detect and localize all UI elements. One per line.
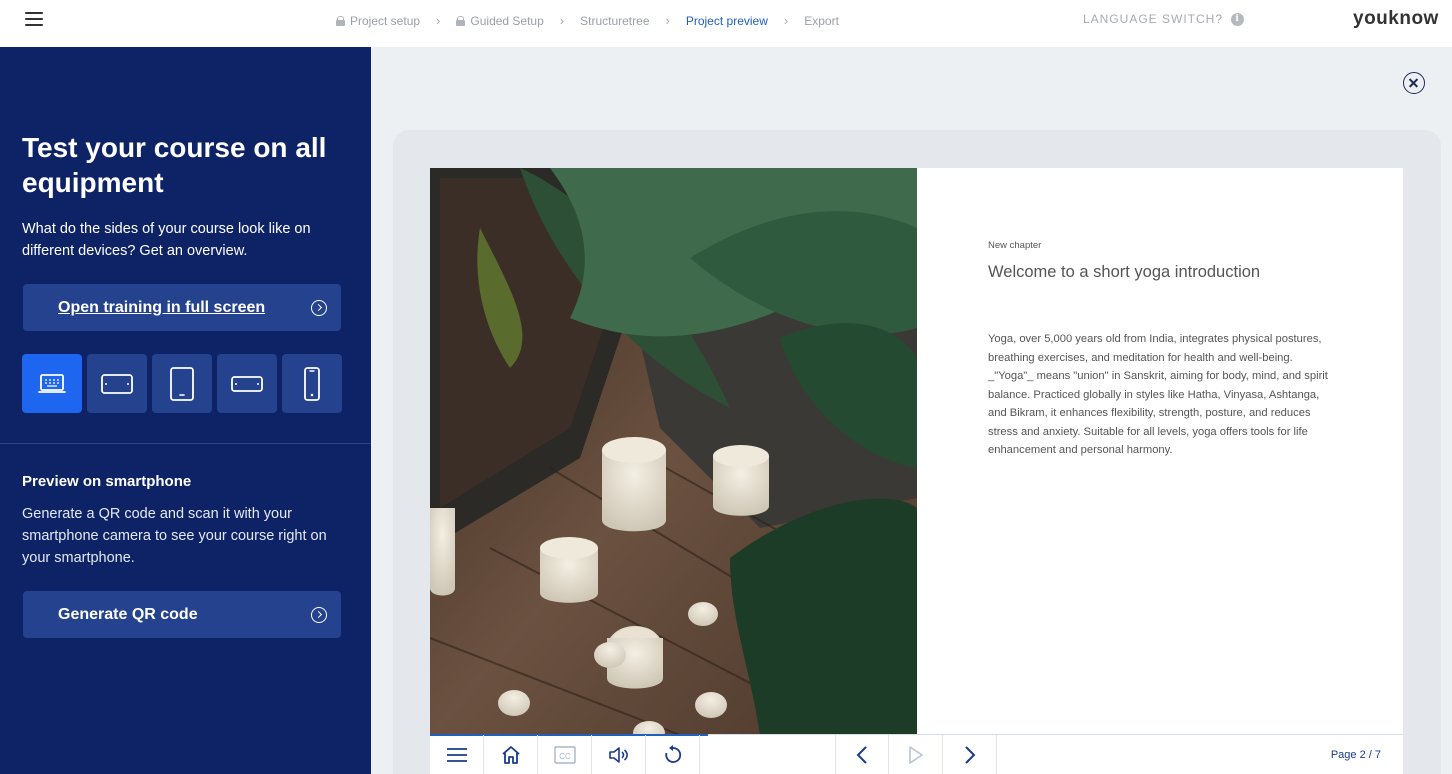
close-icon[interactable] xyxy=(1403,72,1425,94)
breadcrumb-guided-setup[interactable]: Guided Setup xyxy=(456,14,544,28)
slide-title: Welcome to a short yoga introduction xyxy=(988,263,1261,281)
logo: youknow xyxy=(1353,8,1439,29)
menu-button[interactable] xyxy=(430,735,484,774)
generate-qr-button[interactable]: Generate QR code xyxy=(23,591,341,638)
slide-text: New chapter Welcome to a short yoga intr… xyxy=(988,240,1333,460)
language-switch[interactable]: LANGUAGE SWITCH? i xyxy=(1083,12,1245,26)
breadcrumb-project-setup[interactable]: Project setup xyxy=(336,14,420,28)
lock-icon xyxy=(336,15,345,26)
chevron-right-icon: › xyxy=(783,13,789,28)
replay-icon xyxy=(664,745,681,763)
breadcrumb: Project setup › Guided Setup › Structure… xyxy=(336,13,839,28)
captions-icon: CC xyxy=(553,746,576,764)
smartphone-heading: Preview on smartphone xyxy=(22,473,192,490)
home-icon xyxy=(501,746,520,764)
plants-and-candles-image xyxy=(430,168,917,735)
volume-icon xyxy=(608,747,628,763)
breadcrumb-structuretree[interactable]: Structuretree xyxy=(580,14,649,28)
preview-area: New chapter Welcome to a short yoga intr… xyxy=(371,47,1452,774)
lock-icon xyxy=(456,15,466,26)
device-phone-landscape-button[interactable] xyxy=(217,354,277,413)
tablet-landscape-icon xyxy=(101,373,133,394)
hamburger-menu-icon[interactable] xyxy=(25,12,43,26)
next-icon xyxy=(964,746,975,764)
previous-button[interactable] xyxy=(835,735,889,774)
sidebar-description: What do the sides of your course look li… xyxy=(22,221,311,259)
page-indicator: Page 2 / 7 xyxy=(1330,749,1381,761)
device-tablet-portrait-button[interactable] xyxy=(152,354,212,413)
device-phone-portrait-button[interactable] xyxy=(282,354,342,413)
menu-icon xyxy=(446,748,467,762)
chevron-right-icon: › xyxy=(436,13,441,28)
play-icon xyxy=(908,746,923,764)
sidebar: Test your course on all equipment What d… xyxy=(0,47,371,774)
smartphone-description: Generate a QR code and scan it with your… xyxy=(22,506,327,566)
breadcrumb-project-preview[interactable]: Project preview xyxy=(686,14,768,28)
previous-icon xyxy=(856,746,867,764)
device-desktop-button[interactable] xyxy=(22,354,82,413)
device-tablet-landscape-button[interactable] xyxy=(87,354,147,413)
phone-portrait-icon xyxy=(304,366,320,401)
laptop-icon xyxy=(38,373,66,393)
divider xyxy=(0,443,371,444)
player-toolbar: CC Page 2 / 7 xyxy=(430,734,1403,774)
breadcrumb-export[interactable]: Export xyxy=(804,14,839,28)
top-bar: Project setup › Guided Setup › Structure… xyxy=(0,0,1452,47)
home-button[interactable] xyxy=(484,735,538,774)
tablet-portrait-icon xyxy=(170,366,194,401)
sidebar-title: Test your course on all equipment xyxy=(22,132,327,198)
play-button[interactable] xyxy=(889,735,943,774)
chevron-right-icon: › xyxy=(559,13,565,28)
svg-text:CC: CC xyxy=(559,752,571,761)
info-icon[interactable]: i xyxy=(1231,12,1245,26)
volume-button[interactable] xyxy=(592,735,646,774)
slide-image xyxy=(430,168,917,735)
phone-landscape-icon xyxy=(231,375,263,392)
captions-button[interactable]: CC xyxy=(538,735,592,774)
chevron-right-icon: › xyxy=(665,13,670,28)
device-selector xyxy=(22,354,342,413)
slide-body: Yoga, over 5,000 years old from India, i… xyxy=(988,333,1328,456)
open-fullscreen-button[interactable]: Open training in full screen xyxy=(23,284,341,331)
next-button[interactable] xyxy=(943,735,997,774)
replay-button[interactable] xyxy=(646,735,700,774)
course-slide: New chapter Welcome to a short yoga intr… xyxy=(430,168,1403,735)
chapter-label: New chapter xyxy=(988,240,1042,251)
arrow-circle-right-icon xyxy=(311,299,327,316)
arrow-circle-right-icon xyxy=(311,606,327,623)
